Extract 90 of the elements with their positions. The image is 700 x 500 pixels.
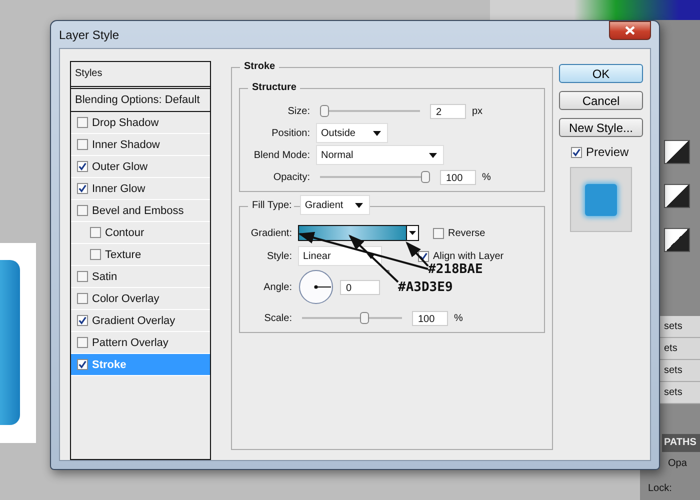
list-item[interactable]: Color Overlay [71,288,210,310]
field-label: Angle: [262,282,292,292]
checkbox[interactable] [77,271,88,282]
item-label: Stroke [92,358,126,370]
caret-icon [354,202,363,208]
item-label: Color Overlay [92,292,160,304]
checkbox[interactable] [90,227,101,238]
adjustment-icon[interactable] [664,184,690,208]
checkbox[interactable] [77,205,88,216]
field-label: Style: [266,250,292,262]
field-label: Opacity: [272,172,310,182]
checkbox[interactable] [77,315,88,326]
dropdown[interactable]: Outside [316,123,388,143]
gradient-picker[interactable] [298,225,419,241]
input-field[interactable]: 100 [440,170,476,184]
field-label: Lock: [648,483,672,494]
list-item[interactable]: Inner Glow [71,178,210,200]
checkbox[interactable] [77,337,88,348]
checkbox[interactable] [77,183,88,194]
slider-thumb[interactable] [421,171,430,183]
unit-label: % [482,172,491,182]
window-title: Layer Style [59,28,120,42]
list-item[interactable]: Blending Options: Default [71,89,210,112]
dropdown[interactable]: Gradient [300,195,370,215]
preview-square [585,184,617,216]
angle-dial[interactable] [298,269,334,305]
checkbox[interactable] [571,146,582,158]
field-label: Size: [286,106,310,116]
item-label: Outer Glow [92,160,148,172]
checkbox[interactable] [77,293,88,304]
item-label: Satin [92,270,118,282]
caret-icon [373,130,381,136]
input-field[interactable]: 0 [340,280,380,294]
list-item[interactable]: Texture [71,244,210,266]
item-label: Inner Shadow [92,138,160,150]
unit-label: % [454,312,463,324]
checkbox[interactable] [433,228,444,238]
field-label: Gradient: [250,228,292,238]
group-title: Stroke [240,61,280,72]
dropdown[interactable]: Normal [316,145,444,165]
caret-icon [429,152,437,158]
dropdown-button[interactable] [406,226,418,240]
close-icon [625,26,635,35]
item-label: Texture [105,248,142,260]
close-button[interactable] [609,21,651,40]
list-item[interactable]: Bevel and Emboss [71,200,210,222]
list-item[interactable]: Drop Shadow [71,112,210,134]
field-label: Position: [270,128,310,138]
checkbox[interactable] [77,117,88,128]
checkbox[interactable] [77,139,88,150]
caret-icon [409,231,416,235]
group-title: Structure [248,82,300,93]
dialog-button[interactable]: OK [559,64,643,83]
input-field[interactable]: 100 [412,310,448,326]
panel-tab[interactable]: PATHS [662,434,700,452]
list-item[interactable]: Satin [71,266,210,288]
unit-label: px [472,106,483,116]
caret-icon [367,254,375,258]
checkbox-label: Reverse [448,228,486,238]
checkbox-label: Align with Layer [433,250,504,262]
slider-thumb[interactable] [320,105,329,117]
item-label: Bevel and Emboss [92,204,184,216]
dropdown[interactable]: Linear [298,246,382,266]
adjustment-icon[interactable] [664,140,690,164]
field-label: Blend Mode: [252,150,310,160]
checkbox-label: Preview [586,145,629,159]
checkbox[interactable] [90,249,101,260]
input-field[interactable]: 2 [430,104,466,118]
list-item[interactable]: Outer Glow [71,156,210,178]
item-label: Gradient Overlay [92,314,176,326]
item-label: Contour [105,226,144,238]
list-header: Styles [71,62,210,89]
list-item[interactable]: Contour [71,222,210,244]
field-label: Opa [668,458,687,469]
checkbox[interactable] [77,359,88,370]
list-item[interactable]: Inner Shadow [71,134,210,156]
list-item[interactable]: Gradient Overlay [71,310,210,332]
dialog-button[interactable]: Cancel [559,91,643,110]
field-label: Scale: [263,312,292,324]
item-label: Blending Options: Default [75,94,200,106]
item-label: Drop Shadow [92,116,159,128]
slider-thumb[interactable] [360,312,370,324]
dialog-button[interactable]: New Style... [559,118,643,137]
annotation-text: #A3D3E9 [398,280,453,295]
item-label: Inner Glow [92,182,146,194]
group-title: Fill Type: [248,200,294,210]
annotation-text: #218BAE [428,262,483,277]
item-label: Pattern Overlay [92,336,168,348]
adjustment-icon[interactable] [664,228,690,252]
checkbox[interactable] [77,161,88,172]
